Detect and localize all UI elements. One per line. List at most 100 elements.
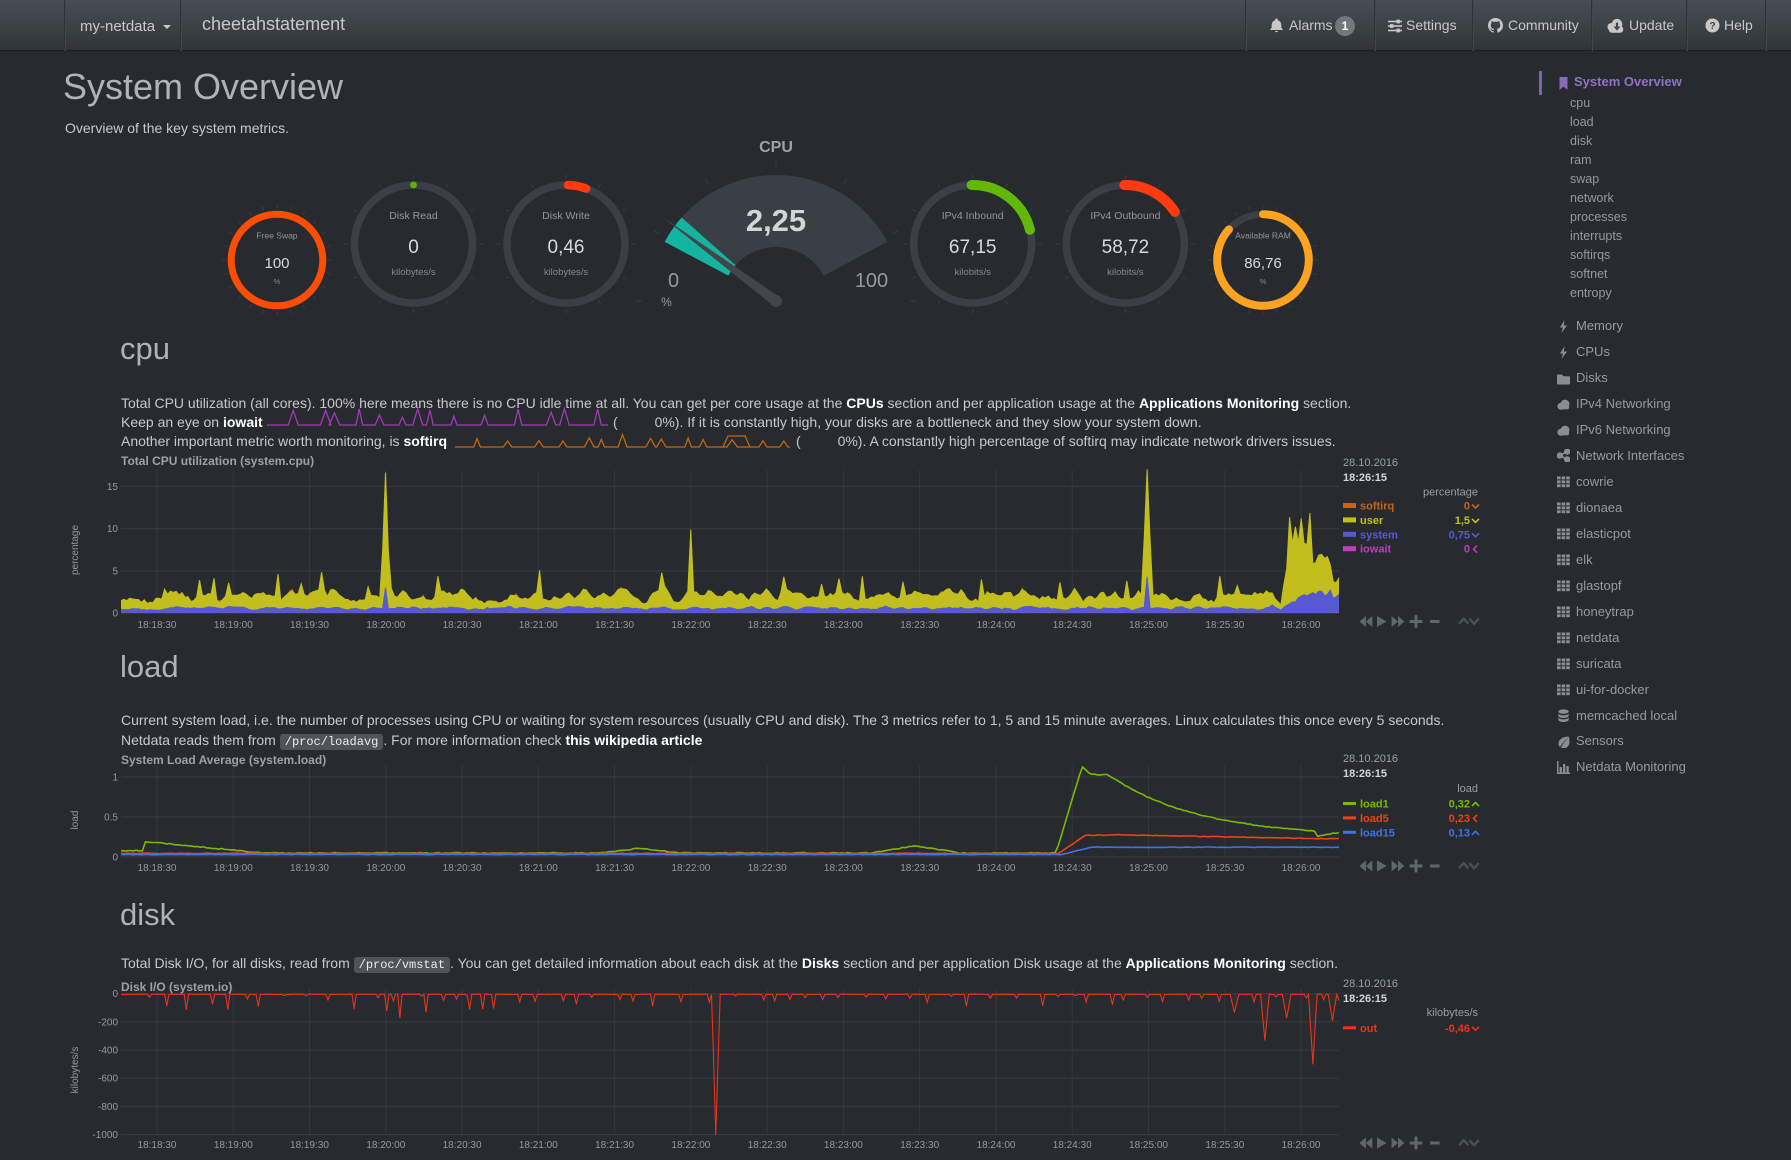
svg-text:18:23:00: 18:23:00 [824,620,863,631]
svg-text:18:21:00: 18:21:00 [519,1140,558,1150]
svg-text:18:21:30: 18:21:30 [595,1140,634,1150]
svg-text:18:24:00: 18:24:00 [977,620,1016,631]
svg-text:58,72: 58,72 [1102,237,1150,258]
svg-text:18:18:30: 18:18:30 [138,863,177,874]
svg-text:100: 100 [264,255,289,272]
svg-text:1: 1 [112,773,118,784]
svg-text:0,75: 0,75 [1449,529,1470,541]
svg-text:18:22:00: 18:22:00 [671,863,710,874]
svg-text:0,32: 0,32 [1449,799,1470,811]
svg-text:18:20:00: 18:20:00 [366,1140,405,1150]
svg-text:18:19:30: 18:19:30 [290,1140,329,1150]
svg-text:18:22:30: 18:22:30 [748,1140,787,1150]
svg-text:0,46: 0,46 [548,237,585,258]
svg-text:18:26:00: 18:26:00 [1282,863,1321,874]
svg-text:18:20:30: 18:20:30 [443,620,482,631]
svg-text:kilobytes/s: kilobytes/s [1427,1007,1479,1019]
svg-text:Disk Read: Disk Read [389,210,438,222]
svg-text:0.5: 0.5 [104,813,118,824]
svg-text:18:24:00: 18:24:00 [977,863,1016,874]
svg-text:18:19:00: 18:19:00 [214,863,253,874]
svg-text:18:26:15: 18:26:15 [1343,993,1387,1005]
svg-text:CPU: CPU [759,139,793,156]
svg-text:Free Swap: Free Swap [256,231,297,241]
svg-text:18:25:00: 18:25:00 [1129,1140,1168,1150]
svg-text:2,25: 2,25 [746,203,806,238]
svg-text:-1000: -1000 [92,1130,118,1141]
svg-text:18:23:00: 18:23:00 [824,1140,863,1150]
svg-text:kilobits/s: kilobits/s [954,267,991,278]
svg-text:load5: load5 [1360,813,1389,825]
svg-text:%: % [1260,277,1267,286]
svg-text:iowait: iowait [1360,544,1392,556]
svg-text:18:22:00: 18:22:00 [671,1140,710,1150]
svg-text:system: system [1360,529,1398,541]
svg-text:18:25:30: 18:25:30 [1205,620,1244,631]
svg-text:user: user [1360,515,1384,527]
svg-text:IPv4 Outbound: IPv4 Outbound [1090,210,1160,222]
svg-text:0: 0 [112,989,118,1000]
svg-text:Disk Write: Disk Write [542,210,590,222]
svg-text:18:25:30: 18:25:30 [1205,1140,1244,1150]
svg-text:1,5: 1,5 [1455,515,1470,527]
svg-text:18:20:00: 18:20:00 [366,620,405,631]
svg-text:18:19:30: 18:19:30 [290,620,329,631]
svg-text:86,76: 86,76 [1244,255,1282,272]
svg-text:100: 100 [855,270,888,292]
svg-text:28.10.2016: 28.10.2016 [1343,978,1398,990]
svg-text:18:23:30: 18:23:30 [900,863,939,874]
svg-text:28.10.2016: 28.10.2016 [1343,457,1398,469]
svg-text:0,13: 0,13 [1449,827,1470,839]
svg-text:67,15: 67,15 [949,237,997,258]
svg-text:-600: -600 [98,1074,118,1085]
svg-text:18:18:30: 18:18:30 [138,620,177,631]
svg-text:18:26:15: 18:26:15 [1343,472,1387,484]
svg-text:-200: -200 [98,1017,118,1028]
svg-text:18:24:30: 18:24:30 [1053,863,1092,874]
svg-text:18:20:30: 18:20:30 [443,1140,482,1150]
svg-text:18:24:30: 18:24:30 [1053,1140,1092,1150]
svg-text:-800: -800 [98,1102,118,1113]
svg-text:load: load [1457,783,1478,795]
svg-text:18:21:00: 18:21:00 [519,863,558,874]
svg-text:softirq: softirq [1360,501,1394,513]
svg-text:%: % [661,295,672,309]
svg-text:0,23: 0,23 [1449,813,1470,825]
svg-text:kilobytes/s: kilobytes/s [391,267,436,278]
svg-text:18:26:00: 18:26:00 [1282,1140,1321,1150]
svg-text:18:24:30: 18:24:30 [1053,620,1092,631]
svg-text:10: 10 [107,524,119,535]
svg-text:18:18:30: 18:18:30 [138,1140,177,1150]
svg-text:Available RAM: Available RAM [1235,231,1291,241]
svg-text:18:23:00: 18:23:00 [824,863,863,874]
svg-text:18:23:30: 18:23:30 [900,620,939,631]
svg-text:15: 15 [107,482,119,493]
svg-text:%: % [274,277,281,286]
svg-text:load1: load1 [1360,799,1389,811]
svg-text:5: 5 [112,566,118,577]
svg-text:18:25:00: 18:25:00 [1129,620,1168,631]
svg-text:0: 0 [1464,501,1470,513]
svg-text:18:22:00: 18:22:00 [671,620,710,631]
svg-text:0: 0 [112,609,118,620]
svg-text:0: 0 [668,270,679,292]
svg-text:18:22:30: 18:22:30 [748,863,787,874]
svg-text:18:21:30: 18:21:30 [595,620,634,631]
svg-text:System Load Average (system.lo: System Load Average (system.load) [121,753,326,767]
svg-text:18:20:30: 18:20:30 [443,863,482,874]
svg-text:18:25:00: 18:25:00 [1129,863,1168,874]
svg-text:percentage: percentage [1423,487,1478,499]
svg-text:18:19:00: 18:19:00 [214,620,253,631]
svg-text:kilobytes/s: kilobytes/s [544,267,589,278]
svg-text:18:19:00: 18:19:00 [214,1140,253,1150]
svg-text:18:21:30: 18:21:30 [595,863,634,874]
svg-text:18:25:30: 18:25:30 [1205,863,1244,874]
svg-text:?: ? [1709,21,1715,32]
svg-text:Total CPU utilization (system.: Total CPU utilization (system.cpu) [121,454,314,468]
svg-text:18:22:30: 18:22:30 [748,620,787,631]
svg-text:18:26:15: 18:26:15 [1343,768,1387,780]
svg-text:load15: load15 [1360,827,1395,839]
svg-text:18:20:00: 18:20:00 [366,863,405,874]
svg-text:18:24:00: 18:24:00 [977,1140,1016,1150]
svg-text:0: 0 [1464,544,1470,556]
